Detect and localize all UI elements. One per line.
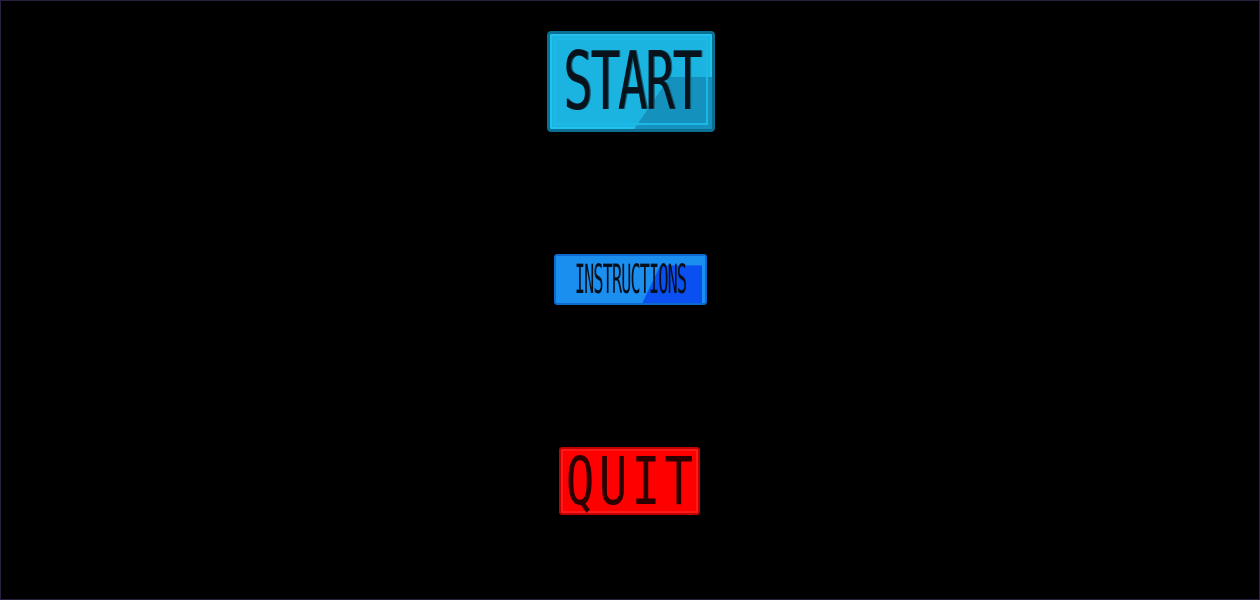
instructions-button-label: INSTRUCTIONS bbox=[574, 256, 687, 303]
quit-button-label: QUIT bbox=[565, 447, 698, 515]
instructions-button[interactable]: INSTRUCTIONS bbox=[554, 254, 707, 305]
main-menu-screen: START INSTRUCTIONS QUIT bbox=[0, 0, 1260, 600]
start-button-label: START bbox=[562, 35, 702, 128]
quit-button[interactable]: QUIT bbox=[559, 447, 700, 515]
start-button[interactable]: START bbox=[547, 31, 715, 132]
